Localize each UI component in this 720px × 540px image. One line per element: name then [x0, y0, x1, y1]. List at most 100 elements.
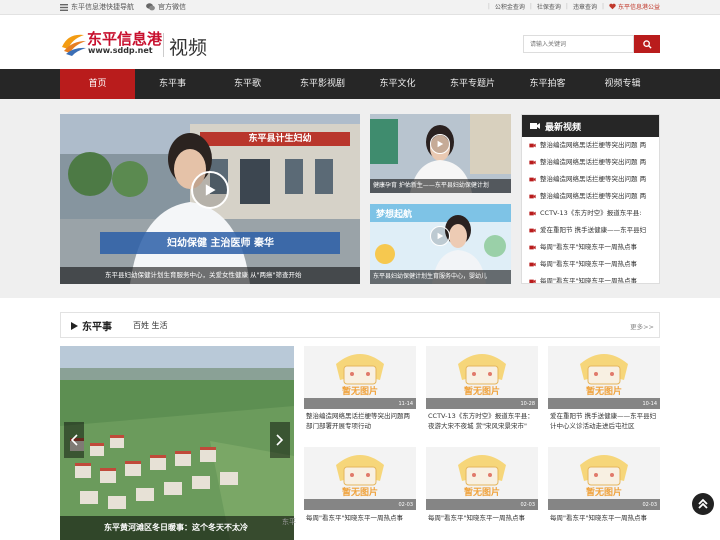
quick-nav-label: 东平信息港快捷导航 [71, 3, 134, 11]
search-input[interactable] [523, 35, 634, 53]
heart-icon [609, 3, 616, 10]
featured-side-video-1[interactable]: 健康孕育 护佑新生——东平县妇幼保健计划 [370, 114, 511, 193]
video-date: 02-03 [398, 502, 413, 508]
section-slideshow[interactable]: 东平黄河滩区冬日暖事：这个冬天不太冷 [60, 346, 294, 540]
nav-item-video-albums[interactable]: 视频专辑 [585, 69, 660, 99]
video-icon [530, 123, 540, 129]
video-card-title[interactable]: 每周"看东平"知晓东平一周热点事 [306, 513, 414, 524]
main-nav: 首页 东平事 东平歌 东平影视剧 东平文化 东平专题片 东平拍客 视频专辑 [0, 69, 720, 99]
nav-item-dongping-songs[interactable]: 东平歌 [210, 69, 285, 99]
list-item[interactable]: 每周"看东平"知晓东平一周热点事 [522, 273, 659, 283]
section-header-label: 东平事 [82, 322, 112, 333]
featured-main-caption: 东平县妇幼保健计划生育服务中心，关爱女性健康 从"两癌"筛查开始 [60, 267, 360, 284]
top-bar: 东平信息港快捷导航 官方微信 | 公积金查询 | 社保查询 | 违章查询 | 东… [0, 0, 720, 15]
video-icon [529, 279, 536, 283]
list-item-label: 整治编造网络黑话拦梗等突出问题 两 [540, 158, 647, 166]
video-card-thumb[interactable]: 暂无图片 10-28 [426, 346, 538, 409]
nav-item-dongping-vlogger[interactable]: 东平拍客 [510, 69, 585, 99]
no-image-text: 暂无图片 [585, 488, 622, 498]
section-subnav[interactable]: 百姓 生活 [133, 320, 168, 331]
video-card-thumb[interactable]: 暂无图片 10-14 [548, 346, 660, 409]
slideshow-caption: 东平黄河滩区冬日暖事：这个冬天不太冷 [60, 516, 294, 540]
list-item[interactable]: 每周"看东平"知晓东平一周热点事 [522, 256, 659, 273]
separator: | [529, 3, 532, 10]
play-icon [205, 184, 216, 196]
video-date: 11-14 [398, 401, 413, 407]
list-item-label: 整治编造网络黑话拦梗等突出问题 两 [540, 192, 647, 200]
latest-videos-list: 整治编造网络黑话拦梗等突出问题 两 整治编造网络黑话拦梗等突出问题 两 整治编造… [522, 137, 659, 283]
chevron-right-icon [276, 434, 284, 446]
featured-main-video[interactable]: 东平县计生妇幼 妇幼保健 主治医师 秦华 东平县妇幼保健计划生育服务中心，关爱女… [60, 114, 360, 284]
section-title: 视频 [169, 37, 208, 59]
video-card-title[interactable]: CCTV-13《东方时空》报道东平县：夜游大宋不夜城 赏"宋风宋景宋市" [428, 411, 536, 441]
featured-subtitle-sign: 妇幼保健 主治医师 秦华 [167, 238, 274, 249]
wechat-label: 官方微信 [158, 3, 186, 11]
nav-item-dongping-dramas[interactable]: 东平影视剧 [285, 69, 360, 99]
featured-side-banner: 梦想起航 [376, 210, 413, 220]
link-social-security[interactable]: 社保查询 [537, 2, 561, 11]
no-image-text: 暂无图片 [585, 387, 622, 397]
video-icon [529, 177, 536, 182]
nav-item-dongping-culture[interactable]: 东平文化 [360, 69, 435, 99]
video-date: 02-03 [520, 502, 535, 508]
link-traffic-violation[interactable]: 违章查询 [573, 2, 597, 11]
slideshow-prev-button[interactable] [64, 422, 84, 458]
video-icon [529, 160, 536, 165]
slideshow-next-button[interactable] [270, 422, 290, 458]
no-image-text: 暂无图片 [463, 387, 500, 397]
no-image-text: 暂无图片 [341, 488, 378, 498]
list-item[interactable]: 爱在重阳节 携手送健康——东平县妇 [522, 222, 659, 239]
header-divider [163, 33, 164, 57]
featured-side-caption-2: 东平县妇幼保健计划生育服务中心，婴幼儿 [370, 270, 511, 284]
search-button[interactable] [634, 35, 660, 53]
video-card-title[interactable]: 爱在重阳节 携手送健康——东平县妇计中心义诊活动走进后屯社区 [550, 411, 658, 432]
separator: | [565, 3, 568, 10]
video-icon [529, 262, 536, 267]
no-image-text: 暂无图片 [463, 488, 500, 498]
separator: | [601, 3, 604, 10]
video-date: 02-03 [642, 502, 657, 508]
list-item[interactable]: 整治编造网络黑话拦梗等突出问题 两 [522, 171, 659, 188]
wechat-icon [146, 3, 155, 11]
list-item[interactable]: 每周"看东平"知晓东平一周热点事 [522, 239, 659, 256]
video-card-title[interactable]: 整治编造网络黑话拦梗等突出问题两部门部署开展专项行动 [306, 411, 414, 432]
quick-nav-link[interactable]: 东平信息港快捷导航 [60, 2, 134, 12]
separator: | [487, 3, 490, 10]
more-link[interactable]: 更多>> [630, 321, 654, 331]
slideshow-watermark: 东平信 [282, 518, 296, 526]
play-button[interactable] [191, 171, 229, 209]
no-image-placeholder [304, 447, 416, 510]
no-image-placeholder [548, 346, 660, 409]
section-header-title[interactable]: 东平事 [71, 318, 112, 333]
video-card-thumb[interactable]: 暂无图片 11-14 [304, 346, 416, 409]
video-card-thumb[interactable]: 暂无图片 02-03 [548, 447, 660, 510]
back-to-top-button[interactable] [692, 493, 714, 515]
list-item[interactable]: 整治编造网络黑话拦梗等突出问题 两 [522, 137, 659, 154]
video-icon [529, 194, 536, 199]
list-item[interactable]: 整治编造网络黑话拦梗等突出问题 两 [522, 188, 659, 205]
nav-item-dongping-documentary[interactable]: 东平专题片 [435, 69, 510, 99]
charity-link[interactable]: 东平信息港公益 [609, 2, 660, 11]
list-item[interactable]: 整治编造网络黑话拦梗等突出问题 两 [522, 154, 659, 171]
play-button[interactable] [430, 226, 450, 246]
wechat-link[interactable]: 官方微信 [146, 2, 186, 12]
list-item-label: 整治编造网络黑话拦梗等突出问题 两 [540, 175, 647, 183]
link-housing-fund[interactable]: 公积金查询 [495, 2, 525, 11]
video-card-title[interactable]: 每周"看东平"知晓东平一周热点事 [428, 513, 536, 524]
featured-side-video-2[interactable]: 梦想起航 东平县妇幼保健计划生育服务中心，婴幼儿 [370, 204, 511, 284]
play-button[interactable] [430, 134, 450, 154]
featured-side-caption-1: 健康孕育 护佑新生——东平县妇幼保健计划 [370, 179, 511, 193]
chevron-left-icon [70, 434, 78, 446]
video-date: 10-14 [642, 401, 657, 407]
nav-item-dongping-events[interactable]: 东平事 [135, 69, 210, 99]
video-card-thumb[interactable]: 暂无图片 02-03 [304, 447, 416, 510]
site-logo[interactable]: 东平信息港 www.sddp.net [60, 27, 166, 59]
no-image-placeholder [548, 447, 660, 510]
nav-item-home[interactable]: 首页 [60, 69, 135, 99]
video-card-title[interactable]: 每周"看东平"知晓东平一周热点事 [550, 513, 658, 524]
list-item-label: 每周"看东平"知晓东平一周热点事 [540, 243, 637, 251]
no-image-placeholder [426, 447, 538, 510]
video-card-thumb[interactable]: 暂无图片 02-03 [426, 447, 538, 510]
list-item[interactable]: CCTV-13《东方时空》报道东平县: [522, 205, 659, 222]
play-icon [437, 140, 444, 148]
